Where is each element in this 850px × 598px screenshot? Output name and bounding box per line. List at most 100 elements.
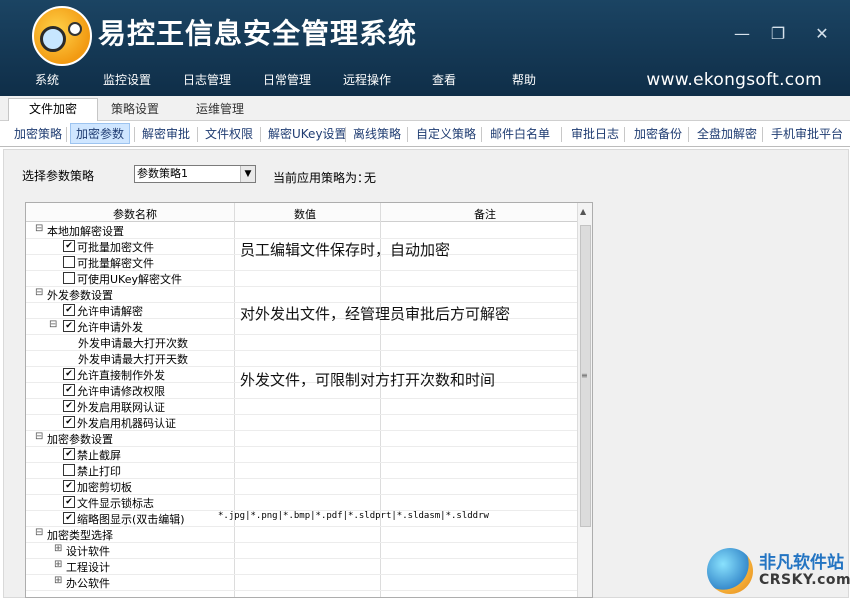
minimize-icon[interactable]: — xyxy=(730,24,754,43)
menu-system[interactable]: 系统 xyxy=(35,71,59,88)
checkbox-unchecked[interactable] xyxy=(63,464,75,476)
secondary-tabs: 加密策略 加密参数 解密审批 文件权限 解密UKey设置 离线策略 自定义策略 … xyxy=(0,121,850,147)
checkbox-checked[interactable]: ✔ xyxy=(63,304,75,316)
row-label: 允许申请解密 xyxy=(77,305,143,318)
checkbox-checked[interactable]: ✔ xyxy=(63,320,75,332)
scroll-grip-icon: ≡ xyxy=(581,371,588,380)
table-row[interactable]: 禁止打印 xyxy=(26,462,578,479)
checkbox-checked[interactable]: ✔ xyxy=(63,400,75,412)
checkbox-checked[interactable]: ✔ xyxy=(63,496,75,508)
table-row[interactable]: ⊟ 加密参数设置 xyxy=(26,430,578,447)
table-row[interactable]: ✔ 加密剪切板 xyxy=(26,478,578,495)
tab-policy-settings[interactable]: 策略设置 xyxy=(103,99,167,120)
tab-separator xyxy=(762,127,763,142)
menu-monitor-settings[interactable]: 监控设置 xyxy=(103,71,151,88)
tab-encryption-backup[interactable]: 加密备份 xyxy=(634,125,682,142)
checkbox-checked[interactable]: ✔ xyxy=(63,480,75,492)
scroll-up-icon[interactable]: ▲ xyxy=(580,207,586,216)
row-label: 加密剪切板 xyxy=(77,481,132,494)
tab-encryption-params[interactable]: 加密参数 xyxy=(70,123,131,144)
grid-scrollbar[interactable]: ▲ ≡ xyxy=(577,203,592,597)
current-policy-label: 当前应用策略为： xyxy=(273,171,370,185)
checkbox-checked[interactable]: ✔ xyxy=(63,512,75,524)
tab-encryption-policy[interactable]: 加密策略 xyxy=(14,125,62,142)
checkbox-checked[interactable]: ✔ xyxy=(63,384,75,396)
table-row[interactable]: ⊞ 办公软件 xyxy=(26,574,578,591)
column-header-note[interactable]: 备注 xyxy=(474,206,496,222)
row-label: 设计软件 xyxy=(66,545,110,558)
collapse-icon[interactable]: ⊟ xyxy=(35,223,43,234)
row-value[interactable]: *.jpg|*.png|*.bmp|*.pdf|*.sldprt|*.sldas… xyxy=(218,511,489,521)
column-header-value[interactable]: 数值 xyxy=(294,206,316,222)
table-row[interactable]: ✔ 外发启用联网认证 xyxy=(26,398,578,415)
tab-separator xyxy=(134,127,135,142)
row-label: 可使用UKey解密文件 xyxy=(77,273,182,286)
policy-select-label: 选择参数策略 xyxy=(22,169,95,183)
table-row[interactable]: ⊞ 工程设计 xyxy=(26,558,578,575)
menu-help[interactable]: 帮助 xyxy=(512,71,536,88)
collapse-icon[interactable]: ⊟ xyxy=(35,431,43,442)
table-row[interactable]: ✔ 缩略图显示(双击编辑) *.jpg|*.png|*.bmp|*.pdf|*.sl… xyxy=(26,510,578,527)
tab-full-disk-encryption[interactable]: 全盘加解密 xyxy=(697,125,757,142)
row-label: 外发启用机器码认证 xyxy=(77,417,176,430)
tab-file-encryption[interactable]: 文件加密 xyxy=(8,98,99,121)
checkbox-unchecked[interactable] xyxy=(63,272,75,284)
note-limit-open: 外发文件，可限制对方打开次数和时间 xyxy=(240,371,496,389)
current-policy-value: 无 xyxy=(364,171,377,185)
table-row[interactable]: 外发申请最大打开天数 xyxy=(26,350,578,367)
primary-tabs: 文件加密 策略设置 运维管理 xyxy=(0,96,850,121)
table-row[interactable]: ⊟ 加密类型选择 xyxy=(26,526,578,543)
menu-log-management[interactable]: 日志管理 xyxy=(183,71,231,88)
expand-icon[interactable]: ⊞ xyxy=(54,543,62,554)
checkbox-checked[interactable]: ✔ xyxy=(63,240,75,252)
tab-mail-whitelist[interactable]: 邮件白名单 xyxy=(490,125,550,142)
tab-file-permissions[interactable]: 文件权限 xyxy=(205,125,253,142)
checkbox-checked[interactable]: ✔ xyxy=(63,416,75,428)
table-row[interactable]: ✔ 禁止截屏 xyxy=(26,446,578,463)
policy-select-value: 参数策略1 xyxy=(137,167,188,180)
row-label: 允许申请外发 xyxy=(77,321,143,334)
expand-icon[interactable]: ⊞ xyxy=(54,575,62,586)
tab-custom-policy[interactable]: 自定义策略 xyxy=(416,125,476,142)
title-bar: 易控王信息安全管理系统 — ❐ ✕ 系统 监控设置 日志管理 日常管理 远程操作… xyxy=(0,0,850,96)
table-row[interactable]: 外发申请最大打开次数 xyxy=(26,334,578,351)
menu-view[interactable]: 查看 xyxy=(432,71,456,88)
tab-ukey-settings[interactable]: 解密UKey设置 xyxy=(268,125,347,142)
checkbox-checked[interactable]: ✔ xyxy=(63,368,75,380)
table-row[interactable]: ⊟ 外发参数设置 xyxy=(26,286,578,303)
row-label: 外发启用联网认证 xyxy=(77,401,165,414)
table-row[interactable]: ✔ 外发启用机器码认证 xyxy=(26,414,578,431)
tab-mobile-approval[interactable]: 手机审批平台 xyxy=(771,125,843,142)
chevron-down-icon[interactable]: ▼ xyxy=(240,166,255,182)
row-label: 外发参数设置 xyxy=(47,289,113,302)
collapse-icon[interactable]: ⊟ xyxy=(49,319,57,330)
tab-separator xyxy=(561,127,562,142)
checkbox-checked[interactable]: ✔ xyxy=(63,448,75,460)
menu-daily-management[interactable]: 日常管理 xyxy=(263,71,311,88)
close-icon[interactable]: ✕ xyxy=(810,24,834,43)
policy-select[interactable]: 参数策略1 ▼ xyxy=(134,165,256,183)
menu-remote-operation[interactable]: 远程操作 xyxy=(343,71,391,88)
row-label: 本地加解密设置 xyxy=(47,225,124,238)
row-label: 缩略图显示(双击编辑) xyxy=(77,513,185,526)
column-header-name[interactable]: 参数名称 xyxy=(113,206,157,222)
maximize-icon[interactable]: ❐ xyxy=(766,24,790,43)
row-label: 外发申请最大打开次数 xyxy=(78,337,188,350)
table-row[interactable]: 可使用UKey解密文件 xyxy=(26,270,578,287)
row-label: 工程设计 xyxy=(66,561,110,574)
table-row[interactable]: ⊞ 设计软件 xyxy=(26,542,578,559)
checkbox-unchecked[interactable] xyxy=(63,256,75,268)
collapse-icon[interactable]: ⊟ xyxy=(35,287,43,298)
row-label: 可批量解密文件 xyxy=(77,257,154,270)
tab-approval-log[interactable]: 审批日志 xyxy=(571,125,619,142)
expand-icon[interactable]: ⊞ xyxy=(54,559,62,570)
table-row[interactable]: ⊟ 本地加解密设置 xyxy=(26,222,578,239)
row-label: 文件显示锁标志 xyxy=(77,497,154,510)
tab-offline-policy[interactable]: 离线策略 xyxy=(353,125,401,142)
tab-separator xyxy=(345,127,346,142)
collapse-icon[interactable]: ⊟ xyxy=(35,527,43,538)
tab-ops-management[interactable]: 运维管理 xyxy=(188,99,252,120)
tab-decrypt-approval[interactable]: 解密审批 xyxy=(142,125,190,142)
row-label: 加密参数设置 xyxy=(47,433,113,446)
table-row[interactable]: ✔ 文件显示锁标志 xyxy=(26,494,578,511)
